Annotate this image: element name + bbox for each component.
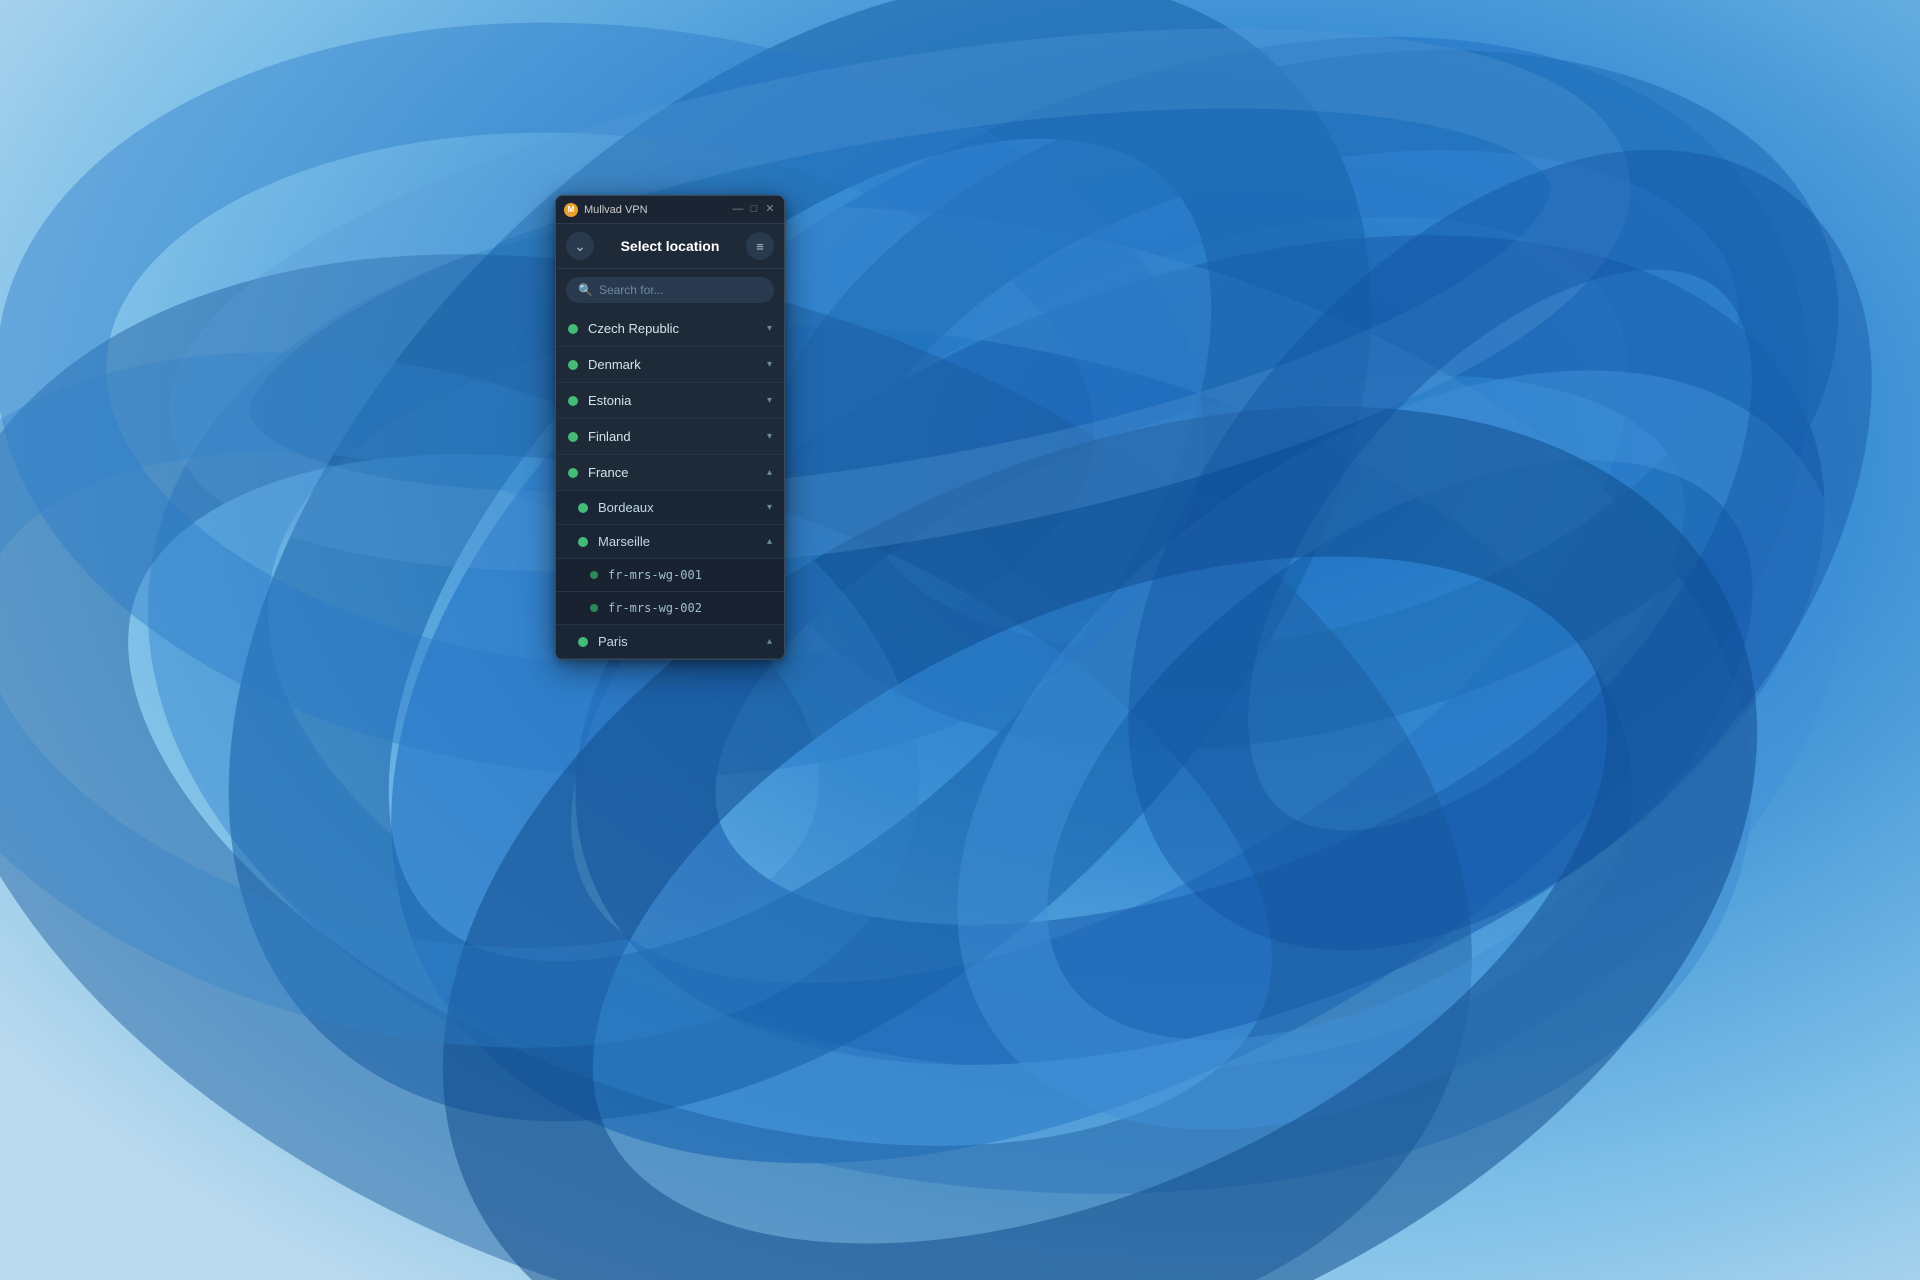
filter-icon: ≡ [756,239,764,254]
page-title: Select location [594,238,746,254]
status-dot-fr-mrs-wg-002 [590,604,598,612]
city-name-marseille: Marseille [598,534,763,549]
status-dot-france [568,468,578,478]
country-item-denmark[interactable]: Denmark ▾ [556,347,784,383]
search-container: 🔍 [556,269,784,311]
chevron-icon-marseille: ▴ [767,536,772,547]
chevron-icon-denmark: ▾ [767,359,772,370]
country-item-estonia[interactable]: Estonia ▾ [556,383,784,419]
chevron-icon-estonia: ▾ [767,395,772,406]
server-name-fr-mrs-wg-002: fr-mrs-wg-002 [608,601,772,615]
country-item-france[interactable]: France ▴ [556,455,784,491]
status-dot-finland [568,432,578,442]
chevron-down-icon: ⌄ [574,238,586,255]
close-button[interactable]: ✕ [764,204,776,216]
city-item-marseille[interactable]: Marseille ▴ [556,525,784,559]
status-dot-czech-republic [568,324,578,334]
country-item-finland[interactable]: Finland ▾ [556,419,784,455]
location-list: Czech Republic ▾ Denmark ▾ Estonia ▾ Fin… [556,311,784,659]
app-window: M Mullvad VPN — □ ✕ ⌄ Select location ≡ … [555,195,785,660]
country-name-denmark: Denmark [588,357,763,372]
search-icon: 🔍 [578,283,593,297]
status-dot-bordeaux [578,503,588,513]
chevron-icon-france: ▴ [767,467,772,478]
title-bar-text: Mullvad VPN [584,204,732,216]
window-header: ⌄ Select location ≡ [556,224,784,269]
chevron-icon-finland: ▾ [767,431,772,442]
server-name-fr-mrs-wg-001: fr-mrs-wg-001 [608,568,772,582]
maximize-button[interactable]: □ [748,204,760,216]
search-input[interactable] [599,283,762,297]
wallpaper-svg [0,0,1920,1280]
city-item-bordeaux[interactable]: Bordeaux ▾ [556,491,784,525]
back-button[interactable]: ⌄ [566,232,594,260]
country-item-czech-republic[interactable]: Czech Republic ▾ [556,311,784,347]
city-name-paris: Paris [598,634,763,649]
city-item-paris[interactable]: Paris ▴ [556,625,784,659]
city-name-bordeaux: Bordeaux [598,500,763,515]
app-logo: M [564,203,578,217]
country-name-finland: Finland [588,429,763,444]
country-name-czech-republic: Czech Republic [588,321,763,336]
minimize-button[interactable]: — [732,204,744,216]
country-name-france: France [588,465,763,480]
status-dot-paris [578,637,588,647]
search-wrapper: 🔍 [566,277,774,303]
chevron-icon-paris: ▴ [767,636,772,647]
country-name-estonia: Estonia [588,393,763,408]
status-dot-denmark [568,360,578,370]
status-dot-fr-mrs-wg-001 [590,571,598,579]
server-item-fr-mrs-wg-002[interactable]: fr-mrs-wg-002 [556,592,784,625]
chevron-icon-bordeaux: ▾ [767,502,772,513]
server-item-fr-mrs-wg-001[interactable]: fr-mrs-wg-001 [556,559,784,592]
status-dot-estonia [568,396,578,406]
chevron-icon-czech-republic: ▾ [767,323,772,334]
title-bar: M Mullvad VPN — □ ✕ [556,196,784,224]
title-bar-controls: — □ ✕ [732,204,776,216]
wallpaper [0,0,1920,1280]
filter-button[interactable]: ≡ [746,232,774,260]
status-dot-marseille [578,537,588,547]
